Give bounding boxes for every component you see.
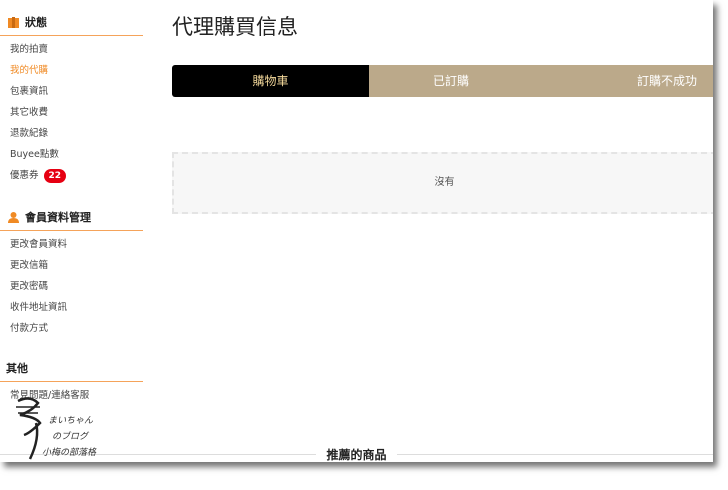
order-tabs: 購物車 已訂購 訂購不成功	[172, 65, 713, 97]
item-label: 包裹資訊	[10, 86, 49, 97]
page-title: 代理購買信息	[172, 15, 298, 39]
item-label: 優惠券	[10, 170, 39, 181]
sidebar-item-my-proxy[interactable]: 我的代購	[0, 60, 143, 81]
page-frame: 狀態 我的拍賣 我的代購 包裹資訊 其它收費 退款紀錄 Buyee點數 優惠券 2…	[0, 0, 713, 462]
item-label: 更改密碼	[10, 281, 49, 292]
sidebar: 狀態 我的拍賣 我的代購 包裹資訊 其它收費 退款紀錄 Buyee點數 優惠券 2…	[0, 0, 143, 406]
sidebar-item-coupons[interactable]: 優惠券 22	[0, 165, 143, 186]
sidebar-item-edit-profile[interactable]: 更改會員資料	[0, 234, 143, 255]
sidebar-item-edit-email[interactable]: 更改信箱	[0, 255, 143, 276]
section-title: 狀態	[25, 16, 47, 29]
sidebar-item-payment[interactable]: 付款方式	[0, 318, 143, 339]
sidebar-item-points[interactable]: Buyee點數	[0, 144, 143, 165]
svg-text:のブログ: のブログ	[52, 431, 90, 442]
sidebar-item-address[interactable]: 收件地址資訊	[0, 297, 143, 318]
recommended-title: 推薦的商品	[316, 448, 397, 462]
empty-state: 沒有	[172, 152, 713, 214]
tab-cart[interactable]: 購物車	[172, 65, 369, 97]
item-label: 我的代購	[10, 65, 49, 76]
coupon-count-badge: 22	[43, 168, 67, 183]
item-label: 退款紀錄	[10, 128, 49, 139]
section-title: 其他	[6, 362, 28, 375]
svg-text:まいちゃん: まいちゃん	[48, 415, 94, 426]
section-other-header: 其他	[0, 360, 143, 382]
item-label: 付款方式	[10, 323, 49, 334]
svg-text:小梅の部落格: 小梅の部落格	[42, 447, 97, 458]
sidebar-item-refunds[interactable]: 退款紀錄	[0, 123, 143, 144]
item-label: Buyee點數	[10, 149, 59, 160]
sidebar-item-my-auctions[interactable]: 我的拍賣	[0, 39, 143, 60]
sidebar-item-other-fees[interactable]: 其它收費	[0, 102, 143, 123]
item-label: 我的拍賣	[10, 44, 49, 55]
sidebar-item-edit-password[interactable]: 更改密碼	[0, 276, 143, 297]
item-label: 更改信箱	[10, 260, 49, 271]
item-label: 更改會員資料	[10, 239, 68, 250]
watermark-signature: まいちゃん のブログ 小梅の部落格	[10, 393, 125, 462]
user-icon	[8, 211, 19, 223]
section-title: 會員資料管理	[25, 211, 91, 224]
sidebar-item-package-info[interactable]: 包裹資訊	[0, 81, 143, 102]
tab-order-failed[interactable]: 訂購不成功	[533, 65, 713, 97]
tab-ordered[interactable]: 已訂購	[369, 65, 533, 97]
section-member-header: 會員資料管理	[0, 209, 143, 231]
item-label: 其它收費	[10, 107, 49, 118]
item-label: 收件地址資訊	[10, 302, 68, 313]
section-status-header: 狀態	[0, 14, 143, 36]
box-icon	[8, 16, 19, 28]
